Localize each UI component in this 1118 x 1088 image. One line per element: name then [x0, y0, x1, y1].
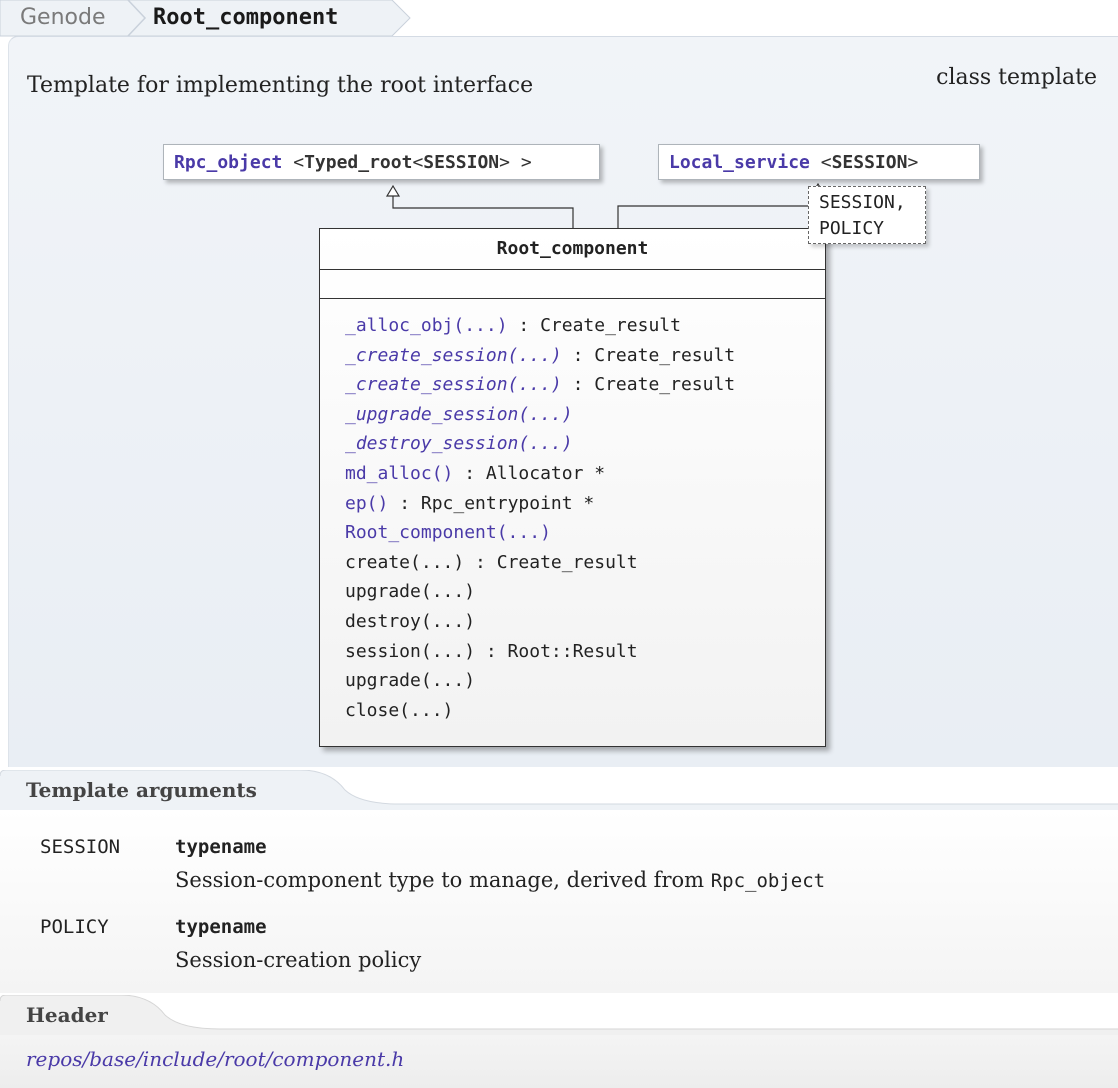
- method-name: upgrade(...): [345, 581, 476, 603]
- uml-class-name: Root_component: [320, 229, 825, 270]
- method-return-type: : Create_result: [561, 374, 736, 396]
- header-section-body: repos/base/include/root/component.h: [0, 1035, 1118, 1088]
- template-args-close: > >: [499, 152, 532, 173]
- description-code: Rpc_object: [710, 870, 826, 892]
- template-param: SESSION,: [819, 192, 906, 213]
- breadcrumb: Genode Root_component: [0, 0, 420, 40]
- base-class-name[interactable]: Rpc_object: [174, 152, 282, 173]
- section-title: Template arguments: [26, 778, 257, 802]
- base-class-rpc-object[interactable]: Rpc_object <Typed_root<SESSION> >: [163, 144, 600, 180]
- uml-method: session(...) : Root::Result: [345, 637, 825, 667]
- template-args-nested-open: <: [412, 152, 424, 173]
- template-arg-description: Session-component type to manage, derive…: [175, 868, 825, 892]
- class-kind-label: class template: [936, 65, 1097, 90]
- breadcrumb-parent-link[interactable]: Genode: [20, 0, 106, 36]
- template-param: POLICY: [819, 218, 885, 239]
- template-arg-type: typename: [175, 916, 267, 938]
- template-arg-name: SESSION: [40, 836, 121, 858]
- method-name[interactable]: _create_session(...): [345, 345, 562, 366]
- uml-method: md_alloc() : Allocator *: [345, 459, 825, 489]
- uml-method: close(...): [345, 696, 825, 726]
- template-args-open: <: [809, 152, 832, 173]
- method-return-type: : Create_result: [561, 344, 736, 366]
- method-name: destroy(...): [345, 610, 476, 632]
- class-summary: Template for implementing the root inter…: [27, 73, 534, 98]
- method-return-type: : Rpc_entrypoint *: [388, 492, 595, 514]
- uml-method: _destroy_session(...): [345, 429, 825, 459]
- description-text: Session-component type to manage, derive…: [175, 868, 711, 892]
- template-args-open: <: [282, 152, 305, 173]
- template-arg-name: POLICY: [40, 916, 109, 938]
- method-return-type: : Create_result: [464, 551, 638, 573]
- method-name[interactable]: ep(): [345, 493, 388, 514]
- uml-class-box: Root_component _alloc_obj(...) : Create_…: [319, 228, 826, 747]
- method-return-type: : Create_result: [507, 315, 681, 336]
- template-arg: SESSION: [831, 152, 908, 173]
- method-name[interactable]: Root_component(...): [345, 522, 551, 543]
- uml-method: _create_session(...) : Create_result: [345, 370, 825, 400]
- header-file-link[interactable]: repos/base/include/root/component.h: [26, 1047, 404, 1071]
- base-class-local-service[interactable]: Local_service <SESSION>: [658, 144, 980, 180]
- method-name[interactable]: _upgrade_session(...): [345, 404, 573, 425]
- template-arg-type: typename: [175, 836, 267, 858]
- uml-method-list: _alloc_obj(...) : Create_result _create_s…: [320, 299, 825, 725]
- template-arguments-body: SESSION typename Session-component type …: [0, 810, 1118, 993]
- section-title: Header: [26, 1003, 108, 1027]
- template-arg: Typed_root: [304, 152, 413, 173]
- uml-method: Root_component(...): [345, 518, 825, 548]
- template-parameter-box: SESSION, POLICY: [808, 186, 926, 244]
- description-text: Session-creation policy: [175, 948, 422, 972]
- breadcrumb-current: Root_component: [153, 5, 339, 30]
- uml-method: _create_session(...) : Create_result: [345, 341, 825, 371]
- template-arg-inner: SESSION: [423, 152, 500, 173]
- method-return-type: : Root::Result: [475, 640, 638, 662]
- method-name: create(...): [345, 551, 465, 573]
- method-name: session(...): [345, 640, 476, 662]
- base-class-name[interactable]: Local_service: [669, 152, 810, 173]
- template-args-close: >: [907, 152, 919, 173]
- uml-method: ep() : Rpc_entrypoint *: [345, 489, 825, 519]
- method-name[interactable]: _alloc_obj(...): [345, 315, 508, 336]
- uml-method: upgrade(...): [345, 666, 825, 696]
- section-tab-shape: [0, 995, 1118, 1039]
- method-name[interactable]: _create_session(...): [345, 374, 562, 395]
- method-name: upgrade(...): [345, 670, 476, 692]
- method-return-type: : Allocator *: [453, 462, 606, 484]
- template-arguments-section-header: Template arguments: [0, 770, 1118, 814]
- header-section-header: Header: [0, 995, 1118, 1039]
- method-name[interactable]: _destroy_session(...): [345, 433, 573, 454]
- uml-attribute-compartment: [320, 270, 825, 299]
- template-arg-description: Session-creation policy: [175, 948, 421, 972]
- uml-method: create(...) : Create_result: [345, 548, 825, 578]
- uml-method: upgrade(...): [345, 577, 825, 607]
- uml-method: destroy(...): [345, 607, 825, 637]
- method-name: close(...): [345, 699, 454, 721]
- uml-method: _upgrade_session(...): [345, 400, 825, 430]
- method-name[interactable]: md_alloc(): [345, 463, 453, 484]
- uml-method: _alloc_obj(...) : Create_result: [345, 311, 825, 341]
